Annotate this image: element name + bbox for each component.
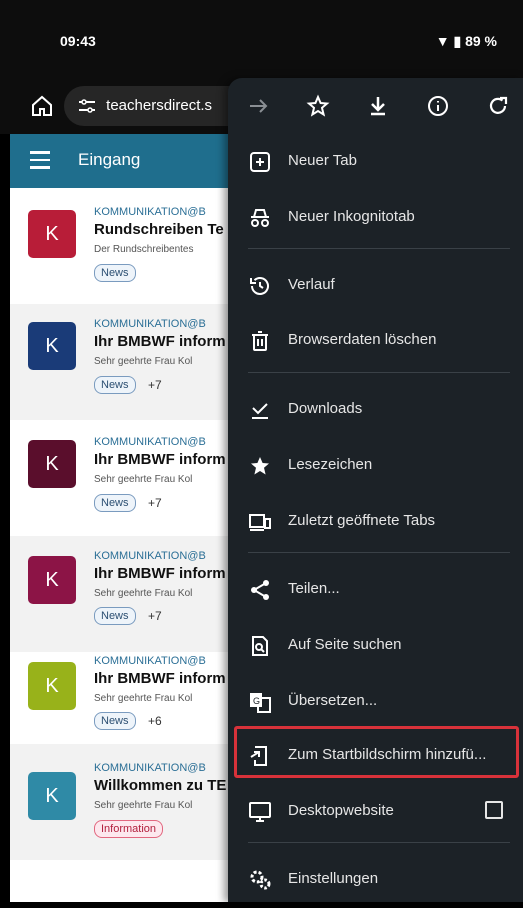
- download-icon[interactable]: [366, 94, 390, 118]
- menu-toolbar: [228, 78, 523, 134]
- home-icon[interactable]: [30, 94, 54, 118]
- new-tab-icon: [250, 152, 270, 172]
- mail-subject: Ihr BMBWF inform: [94, 333, 226, 350]
- menu-item-label: Downloads: [288, 400, 363, 417]
- battery-icon: ▮: [453, 33, 462, 49]
- menu-item-settings[interactable]: Einstellungen: [228, 852, 523, 908]
- tag-badge: News: [94, 607, 136, 625]
- menu-item-find-in-page[interactable]: Auf Seite suchen: [228, 618, 523, 674]
- refresh-icon[interactable]: [486, 94, 510, 118]
- menu-item-label: Verlauf: [288, 276, 335, 293]
- menu-item-label: Übersetzen...: [288, 692, 378, 709]
- menu-item-desktop-site[interactable]: Desktopwebsite: [228, 784, 523, 840]
- tag-count: +7: [148, 609, 162, 623]
- site-settings-icon: [79, 99, 95, 113]
- menu-item-new-tab[interactable]: Neuer Tab: [228, 134, 523, 190]
- history-icon: [250, 277, 269, 295]
- mail-preview: Sehr geehrte Frau Kol: [94, 588, 193, 599]
- menu-divider: [248, 552, 510, 553]
- recent-tabs-icon: [249, 514, 271, 531]
- mail-sender: KOMMUNIKATION@B: [94, 206, 206, 218]
- find-in-page-icon: [252, 636, 268, 656]
- tag-badge: Information: [94, 820, 164, 838]
- menu-item-label: Desktopwebsite: [288, 802, 394, 819]
- translate-icon: G: [250, 693, 271, 713]
- menu-divider: [248, 372, 510, 373]
- menu-item-label: Teilen...: [288, 580, 340, 597]
- menu-item-label: Einstellungen: [288, 870, 379, 887]
- tag-count: +7: [148, 496, 162, 510]
- page-title: Eingang: [78, 150, 141, 169]
- url-text: teachersdirect.s: [106, 97, 213, 114]
- downloads-check-icon: [252, 403, 268, 419]
- mail-sender: KOMMUNIKATION@B: [94, 762, 206, 774]
- avatar: K: [28, 322, 76, 370]
- tag-count: +6: [148, 714, 162, 728]
- avatar: K: [28, 210, 76, 258]
- share-icon: [251, 580, 269, 600]
- status-bar: 09:43 ▼ ▮ 89 %: [0, 0, 523, 78]
- menu-item-label: Browserdaten löschen: [288, 331, 437, 348]
- status-time: 09:43: [60, 33, 96, 49]
- bookmarks-star-icon: [251, 457, 269, 475]
- highlight-frame: [234, 726, 519, 778]
- menu-item-label: Neuer Tab: [288, 152, 357, 169]
- mail-sender: KOMMUNIKATION@B: [94, 655, 206, 667]
- menu-item-bookmarks[interactable]: Lesezeichen: [228, 438, 523, 494]
- mail-subject: Rundschreiben Te: [94, 221, 224, 238]
- battery-level: 89 %: [465, 33, 497, 49]
- tag-badge: News: [94, 376, 136, 394]
- menu-divider: [248, 842, 510, 843]
- avatar: K: [28, 662, 76, 710]
- mail-preview: Sehr geehrte Frau Kol: [94, 474, 193, 485]
- menu-item-share[interactable]: Teilen...: [228, 562, 523, 618]
- info-icon[interactable]: [426, 94, 450, 118]
- menu-item-label: Auf Seite suchen: [288, 636, 402, 653]
- wifi-icon: ▼: [435, 33, 450, 49]
- mail-preview: Sehr geehrte Frau Kol: [94, 693, 193, 704]
- hamburger-menu-icon[interactable]: [30, 151, 50, 169]
- menu-item-translate[interactable]: G Übersetzen...: [228, 674, 523, 730]
- status-indicators: ▼ ▮ 89 %: [436, 33, 497, 50]
- mail-preview: Der Rundschreibentes: [94, 244, 194, 255]
- browser-overflow-menu: Neuer Tab Neuer Inkognitotab Verlauf Bro…: [228, 78, 523, 902]
- mail-subject: Willkommen zu TE: [94, 777, 227, 794]
- avatar: K: [28, 556, 76, 604]
- desktop-site-checkbox[interactable]: [485, 801, 503, 819]
- forward-icon[interactable]: [246, 94, 270, 118]
- tag-badge: News: [94, 494, 136, 512]
- menu-item-incognito[interactable]: Neuer Inkognitotab: [228, 190, 523, 246]
- tag-badge: News: [94, 712, 136, 730]
- mail-preview: Sehr geehrte Frau Kol: [94, 800, 193, 811]
- trash-icon: [252, 331, 268, 351]
- incognito-icon: [251, 209, 269, 227]
- menu-divider: [248, 248, 510, 249]
- menu-item-label: Zuletzt geöffnete Tabs: [288, 512, 436, 529]
- mail-subject: Ihr BMBWF inform: [94, 565, 226, 582]
- menu-item-clear-data[interactable]: Browserdaten löschen: [228, 313, 523, 369]
- mail-preview: Sehr geehrte Frau Kol: [94, 356, 193, 367]
- settings-icon: [250, 870, 271, 890]
- menu-item-recent-tabs[interactable]: Zuletzt geöffnete Tabs: [228, 494, 523, 550]
- mail-subject: Ihr BMBWF inform: [94, 670, 226, 687]
- menu-item-label: Lesezeichen: [288, 456, 373, 473]
- avatar: K: [28, 772, 76, 820]
- menu-item-label: Neuer Inkognitotab: [288, 208, 415, 225]
- tag-count: +7: [148, 378, 162, 392]
- desktop-icon: [249, 802, 271, 822]
- svg-text:G: G: [253, 696, 260, 706]
- mail-sender: KOMMUNIKATION@B: [94, 436, 206, 448]
- mail-subject: Ihr BMBWF inform: [94, 451, 226, 468]
- mail-sender: KOMMUNIKATION@B: [94, 550, 206, 562]
- menu-item-history[interactable]: Verlauf: [228, 258, 523, 314]
- avatar: K: [28, 440, 76, 488]
- tag-badge: News: [94, 264, 136, 282]
- star-icon[interactable]: [306, 94, 330, 118]
- mail-sender: KOMMUNIKATION@B: [94, 318, 206, 330]
- menu-item-downloads[interactable]: Downloads: [228, 382, 523, 438]
